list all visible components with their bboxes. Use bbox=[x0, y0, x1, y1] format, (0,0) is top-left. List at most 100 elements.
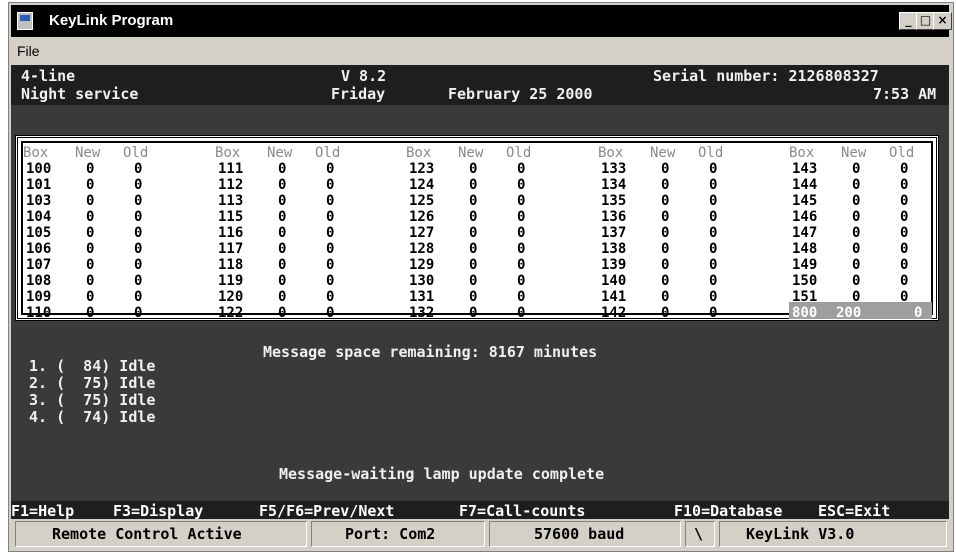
mailbox-number[interactable]: 142 bbox=[601, 305, 626, 321]
mailbox-number[interactable]: 126 bbox=[409, 209, 434, 225]
new-count[interactable]: 0 bbox=[661, 257, 669, 273]
old-count[interactable]: 0 bbox=[517, 289, 525, 305]
old-count[interactable]: 0 bbox=[326, 241, 334, 257]
f3-display-key[interactable]: F3=Display bbox=[113, 502, 203, 520]
old-count[interactable]: 0 bbox=[709, 177, 717, 193]
new-count[interactable]: 0 bbox=[278, 241, 286, 257]
mailbox-number[interactable]: 141 bbox=[601, 289, 626, 305]
old-count[interactable]: 0 bbox=[900, 177, 908, 193]
old-count[interactable]: 0 bbox=[900, 257, 908, 273]
new-count[interactable]: 0 bbox=[852, 161, 860, 177]
old-count[interactable]: 0 bbox=[134, 305, 142, 321]
new-count[interactable]: 0 bbox=[852, 257, 860, 273]
old-count[interactable]: 0 bbox=[900, 209, 908, 225]
new-count[interactable]: 0 bbox=[469, 225, 477, 241]
new-count[interactable]: 0 bbox=[661, 161, 669, 177]
new-count[interactable]: 200 bbox=[836, 305, 861, 321]
old-count[interactable]: 0 bbox=[709, 161, 717, 177]
new-count[interactable]: 0 bbox=[278, 257, 286, 273]
old-count[interactable]: 0 bbox=[326, 305, 334, 321]
old-count[interactable]: 0 bbox=[900, 273, 908, 289]
new-count[interactable]: 0 bbox=[86, 161, 94, 177]
mailbox-number[interactable]: 117 bbox=[218, 241, 243, 257]
app-monitor-icon[interactable] bbox=[17, 12, 33, 30]
new-count[interactable]: 0 bbox=[661, 305, 669, 321]
mailbox-number[interactable]: 134 bbox=[601, 177, 626, 193]
mailbox-number[interactable]: 143 bbox=[792, 161, 817, 177]
new-count[interactable]: 0 bbox=[469, 289, 477, 305]
mailbox-number[interactable]: 104 bbox=[26, 209, 51, 225]
old-count[interactable]: 0 bbox=[709, 209, 717, 225]
old-count[interactable]: 0 bbox=[326, 225, 334, 241]
mailbox-number[interactable]: 122 bbox=[218, 305, 243, 321]
old-count[interactable]: 0 bbox=[517, 273, 525, 289]
new-count[interactable]: 0 bbox=[469, 161, 477, 177]
old-count[interactable]: 0 bbox=[900, 161, 908, 177]
mailbox-number[interactable]: 139 bbox=[601, 257, 626, 273]
old-count[interactable]: 0 bbox=[326, 177, 334, 193]
new-count[interactable]: 0 bbox=[278, 289, 286, 305]
new-count[interactable]: 0 bbox=[852, 225, 860, 241]
mailbox-number[interactable]: 107 bbox=[26, 257, 51, 273]
menu-file[interactable]: File bbox=[17, 43, 40, 59]
mailbox-number[interactable]: 133 bbox=[601, 161, 626, 177]
new-count[interactable]: 0 bbox=[661, 241, 669, 257]
old-count[interactable]: 0 bbox=[914, 305, 922, 321]
mailbox-number[interactable]: 105 bbox=[26, 225, 51, 241]
old-count[interactable]: 0 bbox=[134, 177, 142, 193]
new-count[interactable]: 0 bbox=[86, 241, 94, 257]
mailbox-number[interactable]: 135 bbox=[601, 193, 626, 209]
old-count[interactable]: 0 bbox=[326, 193, 334, 209]
old-count[interactable]: 0 bbox=[134, 161, 142, 177]
mailbox-number[interactable]: 110 bbox=[26, 305, 51, 321]
new-count[interactable]: 0 bbox=[278, 177, 286, 193]
mailbox-number[interactable]: 149 bbox=[792, 257, 817, 273]
mailbox-number[interactable]: 106 bbox=[26, 241, 51, 257]
new-count[interactable]: 0 bbox=[661, 209, 669, 225]
old-count[interactable]: 0 bbox=[517, 257, 525, 273]
new-count[interactable]: 0 bbox=[86, 209, 94, 225]
new-count[interactable]: 0 bbox=[852, 209, 860, 225]
old-count[interactable]: 0 bbox=[709, 305, 717, 321]
mailbox-number[interactable]: 123 bbox=[409, 161, 434, 177]
f1-help-key[interactable]: F1=Help bbox=[11, 502, 74, 520]
old-count[interactable]: 0 bbox=[517, 241, 525, 257]
mailbox-number[interactable]: 111 bbox=[218, 161, 243, 177]
new-count[interactable]: 0 bbox=[469, 209, 477, 225]
mailbox-number[interactable]: 145 bbox=[792, 193, 817, 209]
f10-database-key[interactable]: F10=Database bbox=[674, 502, 782, 520]
old-count[interactable]: 0 bbox=[517, 305, 525, 321]
old-count[interactable]: 0 bbox=[326, 273, 334, 289]
mailbox-number[interactable]: 128 bbox=[409, 241, 434, 257]
mailbox-number[interactable]: 113 bbox=[218, 193, 243, 209]
new-count[interactable]: 0 bbox=[469, 241, 477, 257]
old-count[interactable]: 0 bbox=[517, 161, 525, 177]
new-count[interactable]: 0 bbox=[661, 177, 669, 193]
mailbox-number[interactable]: 108 bbox=[26, 273, 51, 289]
old-count[interactable]: 0 bbox=[709, 257, 717, 273]
mailbox-number[interactable]: 137 bbox=[601, 225, 626, 241]
new-count[interactable]: 0 bbox=[278, 161, 286, 177]
mailbox-number[interactable]: 119 bbox=[218, 273, 243, 289]
old-count[interactable]: 0 bbox=[134, 257, 142, 273]
old-count[interactable]: 0 bbox=[134, 241, 142, 257]
old-count[interactable]: 0 bbox=[326, 257, 334, 273]
new-count[interactable]: 0 bbox=[86, 273, 94, 289]
mailbox-number[interactable]: 120 bbox=[218, 289, 243, 305]
mailbox-number[interactable]: 124 bbox=[409, 177, 434, 193]
old-count[interactable]: 0 bbox=[134, 209, 142, 225]
mailbox-number[interactable]: 800 bbox=[792, 305, 817, 321]
old-count[interactable]: 0 bbox=[326, 209, 334, 225]
mailbox-number[interactable]: 138 bbox=[601, 241, 626, 257]
mailbox-number[interactable]: 144 bbox=[792, 177, 817, 193]
mailbox-number[interactable]: 112 bbox=[218, 177, 243, 193]
mailbox-number[interactable]: 131 bbox=[409, 289, 434, 305]
old-count[interactable]: 0 bbox=[134, 289, 142, 305]
new-count[interactable]: 0 bbox=[469, 305, 477, 321]
new-count[interactable]: 0 bbox=[278, 273, 286, 289]
mailbox-number[interactable]: 109 bbox=[26, 289, 51, 305]
old-count[interactable]: 0 bbox=[326, 161, 334, 177]
old-count[interactable]: 0 bbox=[900, 289, 908, 305]
f5-f6-prev-next-key[interactable]: F5/F6=Prev/Next bbox=[259, 502, 394, 520]
new-count[interactable]: 0 bbox=[469, 273, 477, 289]
